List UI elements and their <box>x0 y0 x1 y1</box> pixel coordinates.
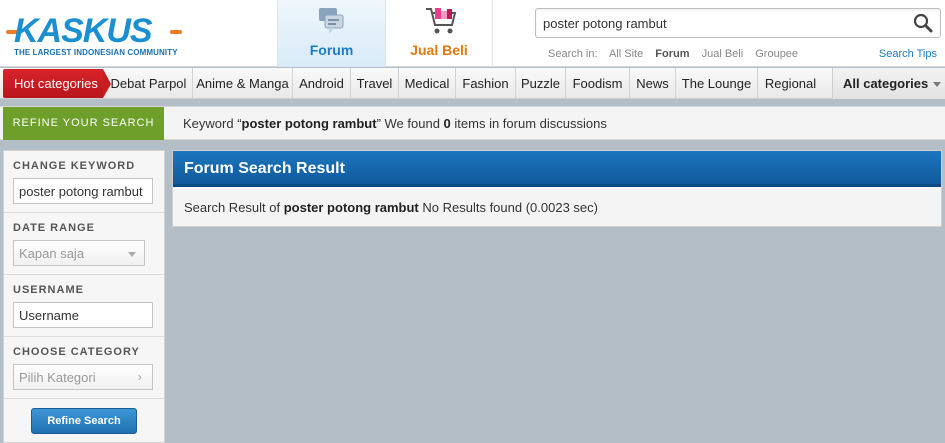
date-range-select[interactable]: Kapan saja <box>13 240 145 266</box>
keyword-summary-count: 0 <box>443 116 451 131</box>
category-fashion[interactable]: Fashion <box>456 68 516 99</box>
scope-groupee[interactable]: Groupee <box>755 48 798 60</box>
keyword-field[interactable]: poster potong rambut <box>13 178 153 204</box>
kaskus-logo[interactable]: KASKUS THE LARGEST INDONESIAN COMMUNITY <box>4 8 204 60</box>
logo-tagline: THE LARGEST INDONESIAN COMMUNITY <box>14 48 178 57</box>
all-categories-dropdown[interactable]: All categories <box>832 68 945 99</box>
search-scope: Search in: All Site Forum Jual Beli Grou… <box>548 48 807 60</box>
scope-jual-beli[interactable]: Jual Beli <box>702 48 744 60</box>
shopping-cart-icon <box>426 8 457 34</box>
keyword-summary-prefix: Keyword “ <box>183 116 242 131</box>
search-input[interactable] <box>543 14 883 33</box>
result-keyword: poster potong rambut <box>283 200 419 215</box>
refine-your-search-tab[interactable]: REFINE YOUR SEARCH <box>3 107 164 140</box>
username-title: USERNAME <box>13 284 84 296</box>
site-header: KASKUS THE LARGEST INDONESIAN COMMUNITY … <box>0 0 945 67</box>
logo-dash-right <box>170 30 182 34</box>
scope-all-site[interactable]: All Site <box>609 48 643 60</box>
section-username: USERNAME Username <box>4 275 164 337</box>
keyword-summary-suffix: items in forum discussions <box>450 116 607 131</box>
forum-icon <box>319 8 344 34</box>
date-range-title: DATE RANGE <box>13 222 95 234</box>
nav-tab-forum-label: Forum <box>309 42 354 58</box>
search-box <box>535 8 941 38</box>
logo-wordmark: KASKUS <box>14 12 153 50</box>
category-select[interactable]: Pilih Kategori › <box>13 364 153 390</box>
section-choose-category: CHOOSE CATEGORY Pilih Kategori › <box>4 337 164 399</box>
chevron-down-icon <box>933 82 942 88</box>
nav-tab-forum[interactable]: Forum <box>277 0 385 67</box>
keyword-summary-keyword: poster potong rambut <box>241 116 377 131</box>
change-keyword-title: CHANGE KEYWORD <box>13 160 136 172</box>
category-news[interactable]: News <box>630 68 676 99</box>
result-title: Forum Search Result <box>173 151 941 187</box>
refine-bar: REFINE YOUR SEARCH Keyword “poster poton… <box>0 106 945 140</box>
category-regional[interactable]: Regional <box>758 68 823 99</box>
category-value: Pilih Kategori <box>19 370 96 385</box>
category-bar: Hot categories Debat Parpol Anime & Mang… <box>0 68 945 99</box>
category-the-lounge[interactable]: The Lounge <box>676 68 758 99</box>
search-icon[interactable] <box>912 12 934 34</box>
keyword-summary: Keyword “poster potong rambut” We found … <box>183 116 607 131</box>
scope-forum[interactable]: Forum <box>655 48 689 60</box>
hot-categories-label[interactable]: Hot categories <box>3 69 111 98</box>
refine-search-button[interactable]: Refine Search <box>31 408 137 434</box>
nav-tab-jualbeli-label: Jual Beli <box>410 42 468 58</box>
chevron-right-icon: › <box>137 369 142 384</box>
category-medical[interactable]: Medical <box>399 68 456 99</box>
category-puzzle[interactable]: Puzzle <box>516 68 566 99</box>
section-change-keyword: CHANGE KEYWORD poster potong rambut <box>4 151 164 213</box>
category-android[interactable]: Android <box>293 68 351 99</box>
category-debat-parpol[interactable]: Debat Parpol <box>105 68 193 99</box>
result-prefix: Search Result of <box>184 200 284 215</box>
category-foodism[interactable]: Foodism <box>566 68 630 99</box>
result-suffix: No Results found (0.0023 sec) <box>418 200 598 215</box>
forum-search-result-panel: Forum Search Result Search Result of pos… <box>172 150 942 227</box>
result-message: Search Result of poster potong rambut No… <box>184 200 598 215</box>
keyword-summary-mid: ” We found <box>376 116 444 131</box>
all-categories-label: All categories <box>843 76 929 91</box>
category-anime-manga[interactable]: Anime & Manga <box>193 68 293 99</box>
search-tips-link[interactable]: Search Tips <box>879 48 937 60</box>
search-in-label: Search in: <box>548 48 598 60</box>
category-travel[interactable]: Travel <box>351 68 399 99</box>
nav-tab-jualbeli[interactable]: Jual Beli <box>385 0 493 67</box>
choose-category-title: CHOOSE CATEGORY <box>13 346 140 358</box>
refine-sidebar: CHANGE KEYWORD poster potong rambut DATE… <box>3 150 165 443</box>
date-range-value: Kapan saja <box>19 246 85 261</box>
username-field[interactable]: Username <box>13 302 153 328</box>
section-date-range: DATE RANGE Kapan saja <box>4 213 164 275</box>
chevron-down-icon <box>128 252 136 257</box>
